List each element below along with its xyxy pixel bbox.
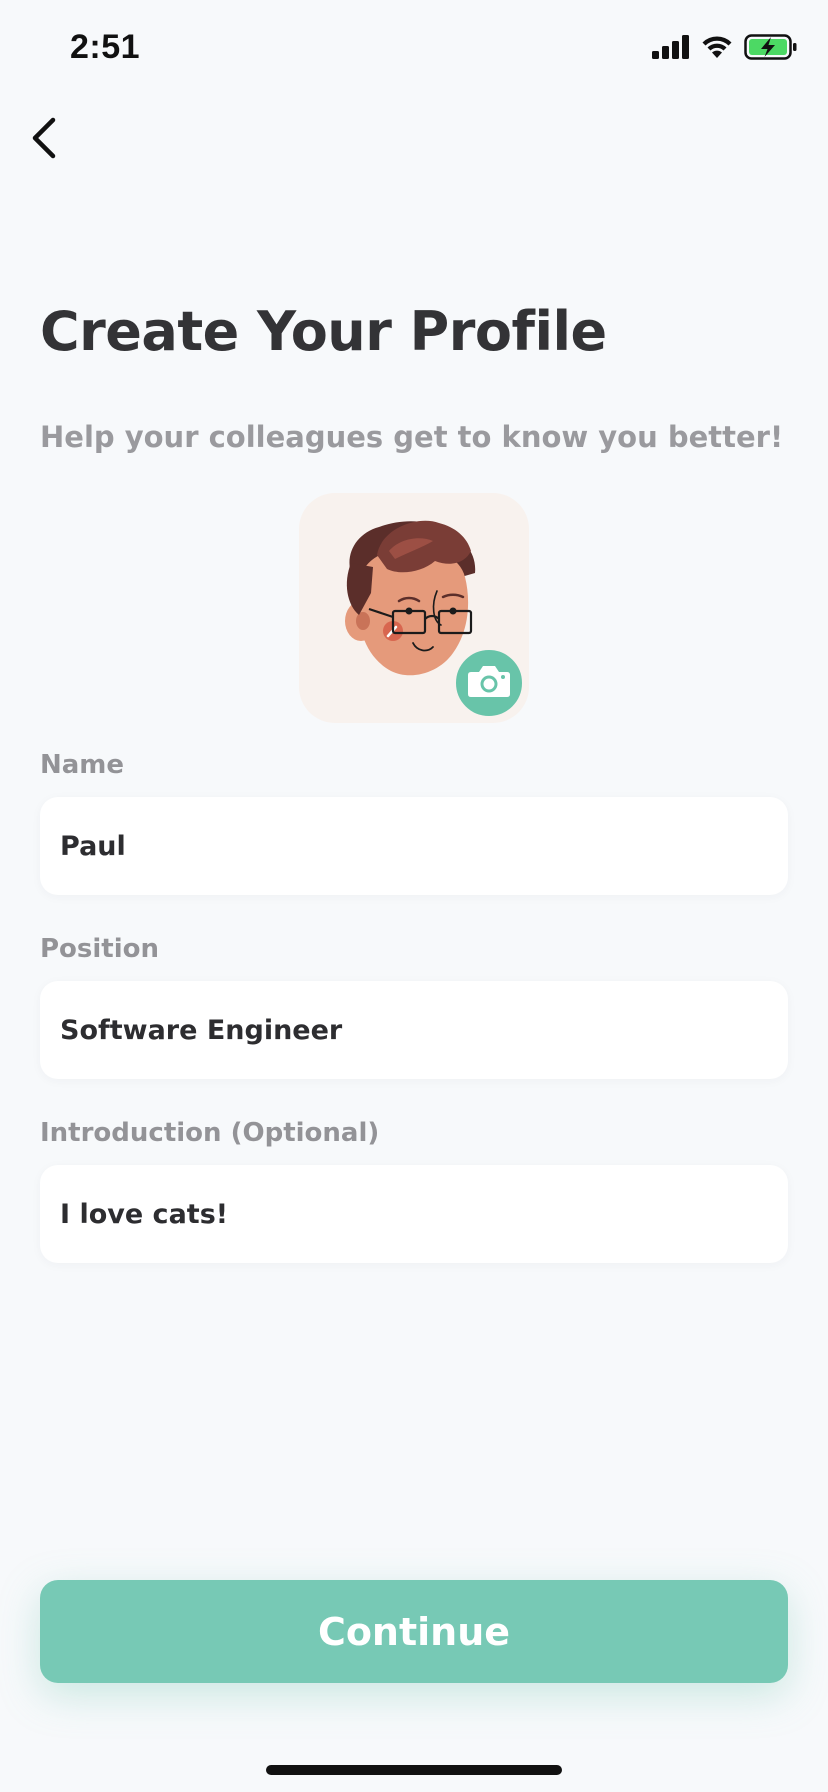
name-label: Name	[40, 750, 125, 780]
back-button[interactable]	[14, 110, 74, 170]
name-field[interactable]: Paul	[40, 797, 788, 895]
camera-icon	[466, 663, 512, 703]
continue-button[interactable]: Continue	[40, 1580, 788, 1683]
introduction-value: I love cats!	[60, 1198, 229, 1230]
page-subtitle: Help your colleagues get to know you bet…	[40, 420, 784, 454]
introduction-field[interactable]: I love cats!	[40, 1165, 788, 1263]
name-value: Paul	[60, 830, 126, 862]
battery-charging-icon	[744, 34, 798, 64]
change-photo-button[interactable]	[453, 647, 525, 719]
wifi-icon	[700, 34, 734, 64]
position-label: Position	[40, 934, 160, 964]
avatar-picker[interactable]	[299, 493, 529, 723]
position-value: Software Engineer	[60, 1014, 343, 1046]
home-indicator	[266, 1765, 562, 1775]
page-title: Create Your Profile	[40, 300, 607, 363]
status-icons	[652, 34, 798, 64]
introduction-label: Introduction (Optional)	[40, 1118, 380, 1148]
cellular-signal-icon	[652, 35, 690, 63]
position-field[interactable]: Software Engineer	[40, 981, 788, 1079]
chevron-left-icon	[29, 116, 59, 164]
status-time: 2:51	[70, 28, 141, 66]
status-bar: 2:51	[0, 0, 828, 100]
